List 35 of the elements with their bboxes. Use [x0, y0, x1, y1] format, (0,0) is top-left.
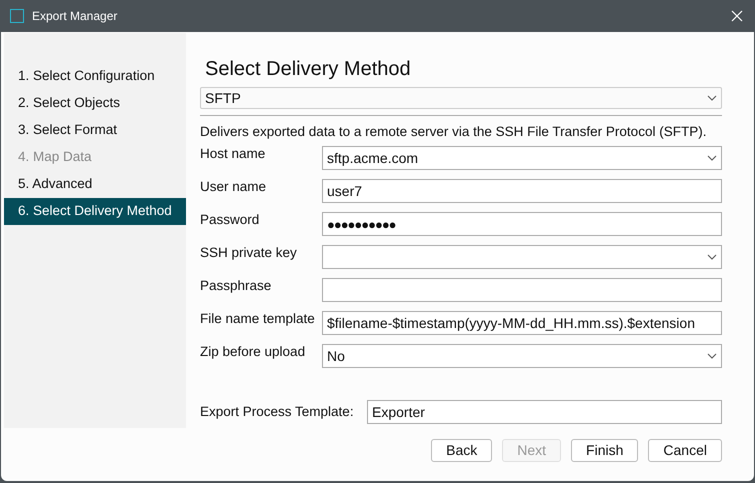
field-label: Zip before upload: [200, 343, 306, 362]
field-label: Export Process Template:: [200, 403, 355, 422]
method-description: Delivers exported data to a remote server via the SSH File Transfer Protocol (SFTP).: [200, 123, 708, 141]
dialog-button[interactable]: Back: [431, 439, 492, 462]
chevron-down-icon: [707, 155, 717, 162]
field-label: File name template: [200, 310, 316, 328]
close-icon: [731, 10, 743, 22]
dropdown-field[interactable]: sftp.acme.com: [322, 146, 722, 170]
step-item[interactable]: 3. Select Format: [4, 117, 186, 144]
app-icon: [10, 9, 24, 23]
window-title: Export Manager: [32, 8, 118, 25]
input-field[interactable]: Exporter: [367, 400, 722, 424]
field-label: Host name: [200, 145, 266, 164]
step-item[interactable]: 5. Advanced: [4, 171, 186, 198]
method-dropdown[interactable]: SFTP: [200, 87, 722, 109]
step-item[interactable]: 2. Select Objects: [4, 90, 186, 117]
input-field[interactable]: user7: [322, 179, 722, 204]
step-item[interactable]: 6. Select Delivery Method: [4, 198, 186, 225]
field-label: Passphrase: [200, 277, 272, 296]
input-field[interactable]: $filename-$timestamp(yyyy-MM-dd_HH.mm.ss).$extension: [322, 311, 722, 336]
chevron-down-icon: [707, 95, 717, 101]
dialog-button[interactable]: Cancel: [648, 439, 722, 462]
field-label: SSH private key: [200, 244, 298, 262]
close-button[interactable]: [729, 8, 745, 24]
input-field[interactable]: [322, 278, 722, 302]
dialog-button[interactable]: Finish: [571, 439, 638, 462]
field-label: Password: [200, 211, 260, 230]
password-field[interactable]: ●●●●●●●●●●: [322, 212, 722, 236]
step-item[interactable]: 1. Select Configuration: [4, 63, 186, 90]
page-heading: Select Delivery Method: [205, 57, 412, 81]
dropdown-field[interactable]: No: [322, 344, 722, 368]
chevron-down-icon: [707, 353, 717, 360]
field-label: User name: [200, 178, 268, 196]
dropdown-field[interactable]: [322, 245, 722, 270]
chevron-down-icon: [707, 254, 717, 260]
